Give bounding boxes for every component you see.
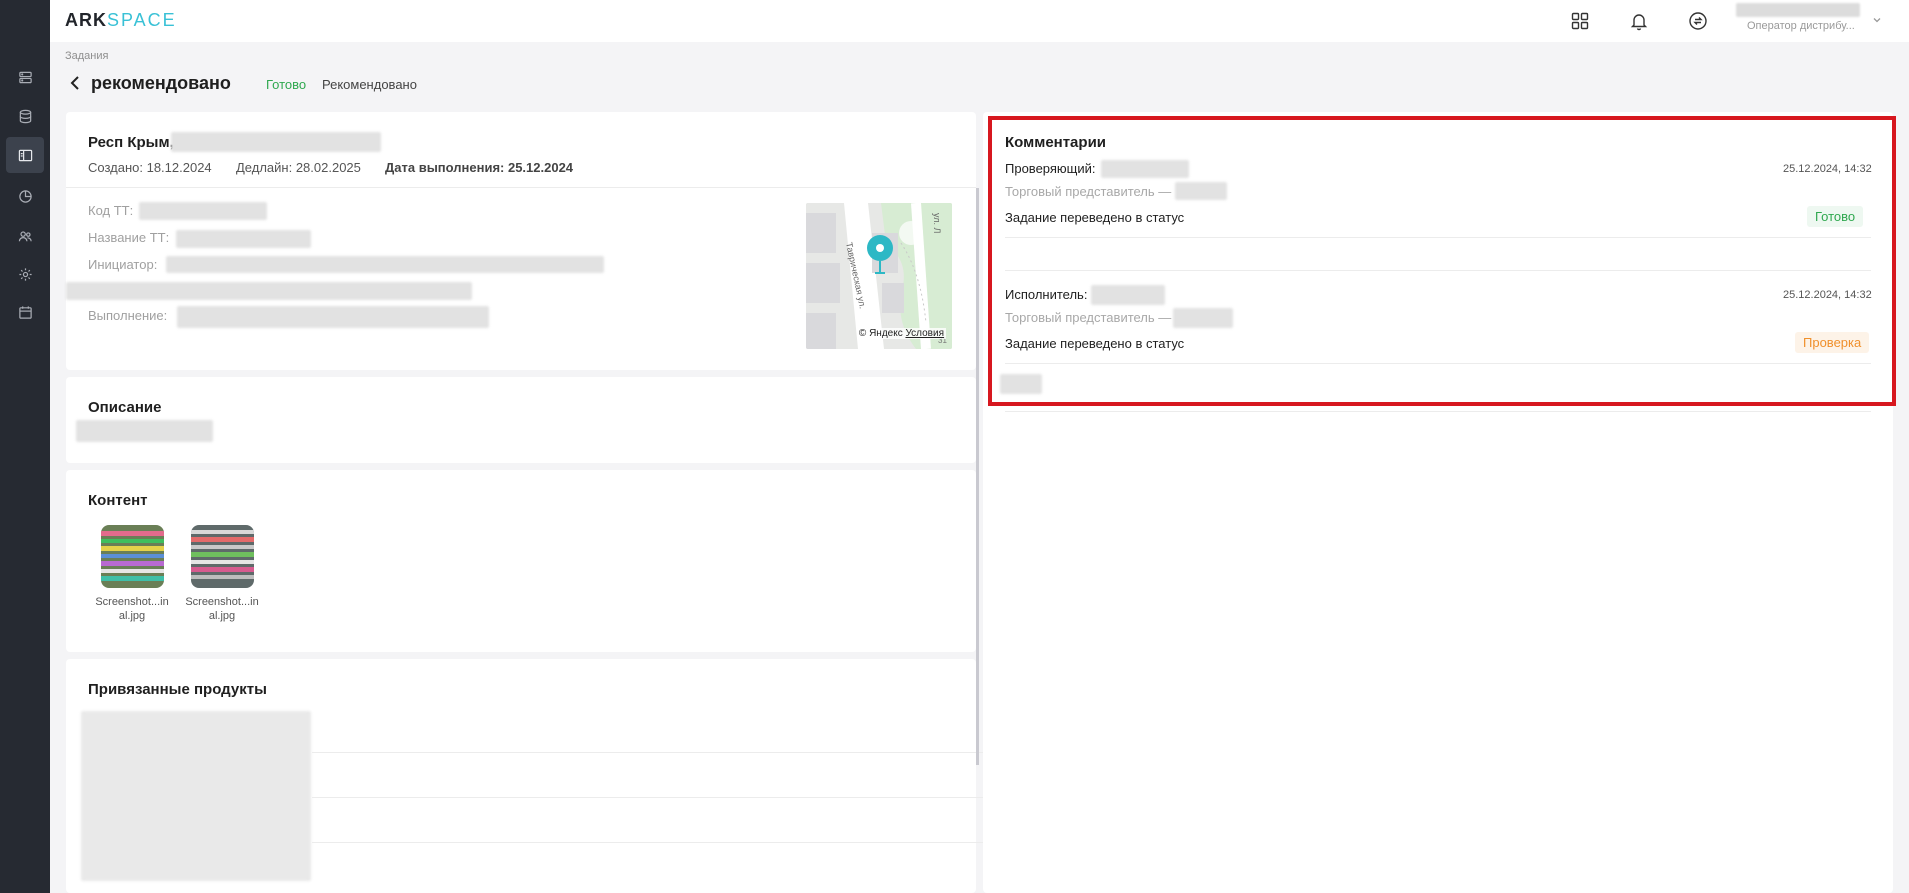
status-ready-label: Готово [266, 77, 307, 92]
completion-date: Дата выполнения: 25.12.2024 [385, 160, 574, 175]
linked-products-card: Привязанные продукты [66, 659, 1018, 893]
users-icon[interactable] [11, 222, 39, 250]
execution-label: Выполнение: [88, 308, 168, 323]
top-bar: ARKSPACE Оператор дистрибу... [50, 0, 1909, 42]
initiator-value-redacted [166, 256, 604, 273]
map-terms-link: Условия [905, 328, 944, 339]
initiator-label: Инициатор: [88, 257, 158, 272]
currency-exchange-icon[interactable] [1686, 9, 1710, 33]
name-label: Название ТТ: [88, 230, 170, 245]
description-text-redacted [76, 420, 213, 442]
svg-text:ул. Л: ул. Л [932, 213, 942, 234]
chevron-down-icon[interactable] [1872, 13, 1882, 28]
settings-icon[interactable] [11, 260, 39, 288]
created-date: Создано: 18.12.2024 [88, 160, 212, 175]
location-map[interactable]: Таврическая ул. ул. Л 31 © Яндекс Услови… [806, 203, 952, 349]
map-copyright[interactable]: © Яндекс Условия [856, 328, 946, 339]
file-name[interactable]: Screenshot...in al.jpg [182, 595, 262, 623]
user-role[interactable]: Оператор дистрибу... [1747, 20, 1855, 32]
content-card: Контент Screenshot...in al.jpg Screensho… [66, 470, 976, 652]
divider [66, 187, 976, 188]
comments-highlight-box [988, 116, 1896, 406]
sidebar [0, 0, 50, 893]
address-redacted [171, 132, 381, 152]
apps-grid-icon[interactable] [1568, 9, 1592, 33]
bell-icon[interactable] [1627, 9, 1651, 33]
divider [312, 842, 1018, 843]
scrollbar[interactable] [976, 188, 979, 765]
content-title: Контент [88, 492, 148, 509]
divider [312, 752, 1018, 753]
description-title: Описание [88, 399, 162, 416]
extra-row-redacted [66, 282, 472, 300]
name-value-redacted [176, 230, 311, 248]
code-value-redacted [139, 202, 267, 220]
database-icon[interactable] [11, 102, 39, 130]
server-icon[interactable] [11, 63, 39, 91]
tasks-panel-icon[interactable] [6, 137, 44, 173]
description-card: Описание [66, 377, 976, 463]
page-title: рекомендовано [91, 73, 231, 93]
product-image-redacted [81, 711, 311, 881]
file-thumbnail[interactable] [101, 525, 164, 588]
divider [312, 797, 1018, 798]
divider [1005, 411, 1871, 412]
linked-products-title: Привязанные продукты [88, 681, 267, 698]
analytics-pie-icon[interactable] [11, 182, 39, 210]
user-name[interactable] [1736, 3, 1860, 17]
file-name[interactable]: Screenshot...in al.jpg [92, 595, 172, 623]
code-label: Код ТТ: [88, 203, 134, 218]
calendar-icon[interactable] [11, 298, 39, 326]
back-arrow-icon[interactable] [68, 74, 84, 94]
breadcrumb[interactable]: Задания [65, 50, 108, 62]
app-logo[interactable]: ARKSPACE [65, 10, 177, 31]
execution-value-redacted [177, 306, 489, 328]
task-location: Респ Крым, [88, 134, 174, 151]
deadline-date: Дедлайн: 28.02.2025 [236, 160, 361, 175]
file-thumbnail[interactable] [191, 525, 254, 588]
status-recommended-label: Рекомендовано [322, 77, 417, 92]
